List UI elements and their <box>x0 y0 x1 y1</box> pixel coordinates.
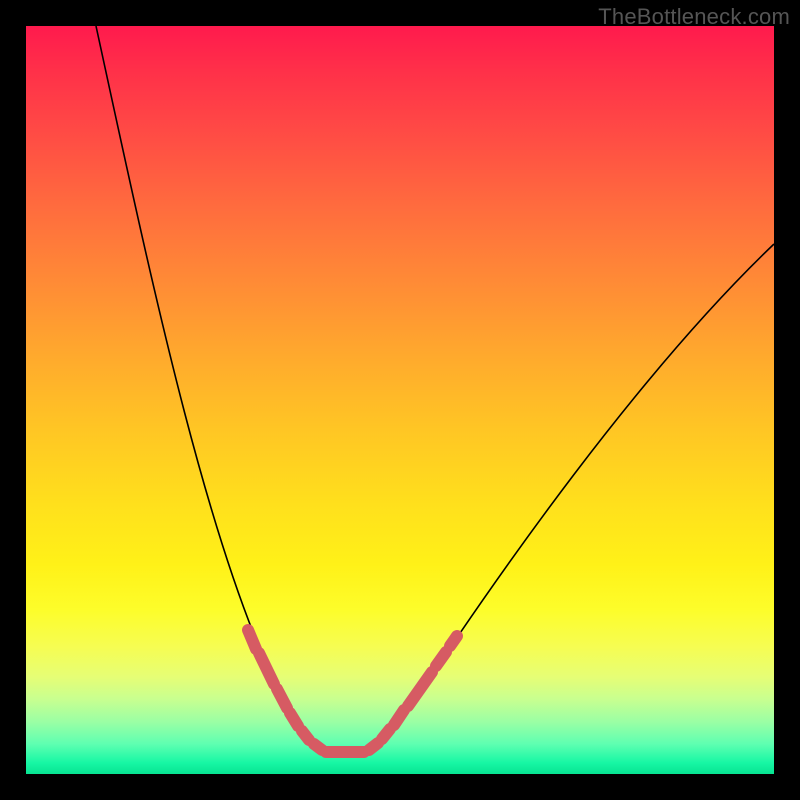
marker-right-1 <box>382 729 390 739</box>
watermark-text: TheBottleneck.com <box>598 4 790 30</box>
chart-plot-area <box>26 26 774 774</box>
marker-left-4 <box>302 731 309 740</box>
marker-left-2 <box>277 689 287 708</box>
marker-left-0 <box>248 630 256 649</box>
marker-left-1 <box>259 653 274 684</box>
marker-left-3 <box>290 713 298 726</box>
curve-markers-left <box>248 630 322 750</box>
curve-markers-right <box>369 636 457 750</box>
marker-right-3 <box>408 672 432 706</box>
marker-right-2 <box>394 710 404 725</box>
marker-right-5 <box>450 636 457 646</box>
bottleneck-curve <box>96 26 774 753</box>
marker-right-0 <box>369 743 378 750</box>
marker-right-4 <box>436 652 446 666</box>
chart-svg <box>26 26 774 774</box>
